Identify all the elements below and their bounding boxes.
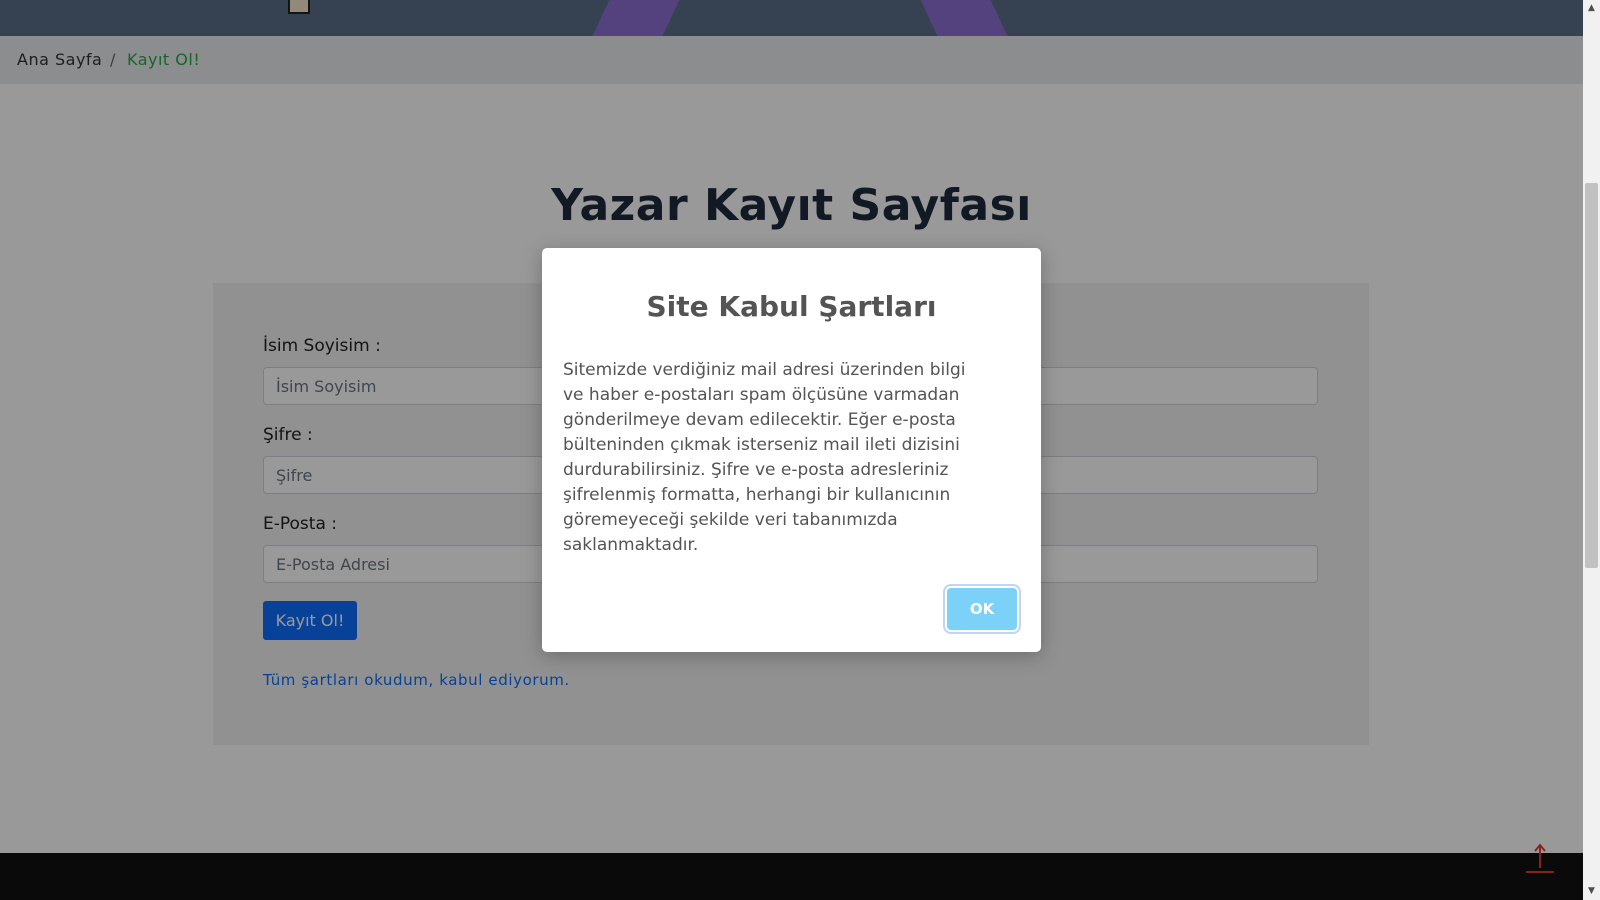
scrollbar[interactable]: ▲ ▼ <box>1583 0 1600 900</box>
modal-title: Site Kabul Şartları <box>646 290 937 323</box>
scrollbar-thumb[interactable] <box>1585 183 1598 568</box>
scroll-down-arrow-icon[interactable]: ▼ <box>1583 883 1600 900</box>
ok-button[interactable]: OK <box>947 588 1017 630</box>
modal-text: Sitemizde verdiğiniz mail adresi üzerind… <box>563 360 966 555</box>
terms-modal: Site Kabul Şartları Sitemizde verdiğiniz… <box>542 248 1041 652</box>
scroll-up-arrow-icon[interactable]: ▲ <box>1583 0 1600 17</box>
